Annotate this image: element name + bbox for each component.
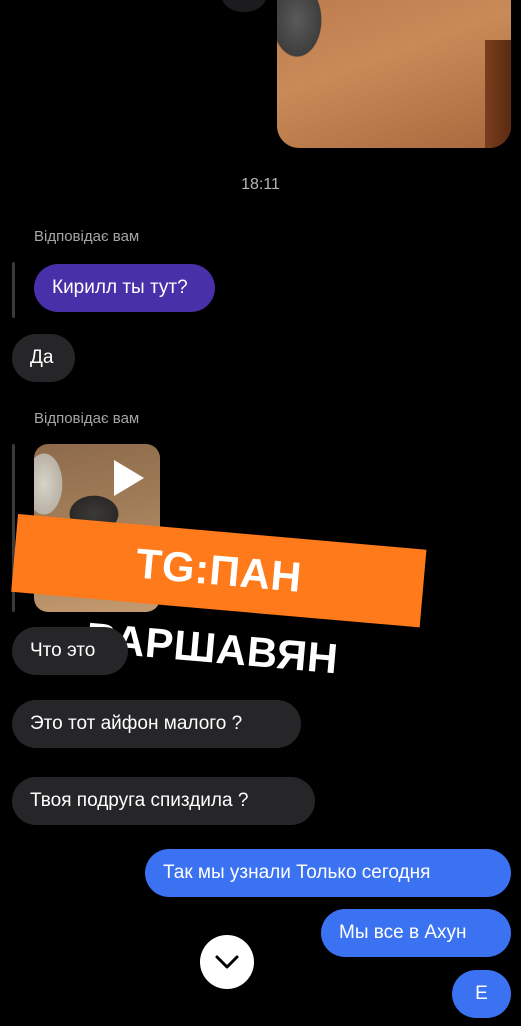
timestamp: 18:11 [241,176,280,193]
chevron-down-icon [215,955,239,969]
avatar [222,0,266,12]
outgoing-message[interactable]: Мы все в Ахун [321,909,511,957]
incoming-message[interactable]: Твоя подруга спиздила ? [12,777,315,825]
play-icon [114,460,144,496]
outgoing-message[interactable]: Е [452,970,511,1018]
outgoing-message[interactable]: Так мы узнали Только сегодня [145,849,511,897]
scroll-down-button[interactable] [200,935,254,989]
reply-bar [12,262,15,318]
photo-message[interactable] [277,0,511,148]
reply-label: Відповідає вам [34,410,140,427]
incoming-message[interactable]: Да [12,334,75,382]
incoming-message[interactable]: Что это [12,627,128,675]
reply-quote-bubble[interactable]: Кирилл ты тут? [34,264,215,312]
reply-label: Відповідає вам [34,228,140,245]
incoming-message[interactable]: Это тот айфон малого ? [12,700,301,748]
photo-detail [485,40,511,148]
